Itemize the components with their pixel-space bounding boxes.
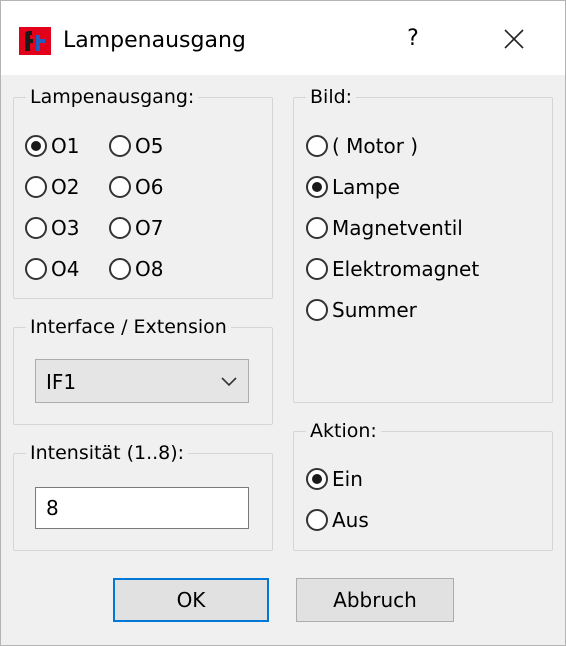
help-button[interactable]: ? [391,19,435,59]
radio-label: O7 [135,216,164,240]
radio-circle[interactable] [109,135,131,157]
radio-ein[interactable]: Ein [306,467,363,491]
radio-o4[interactable]: O4 [25,257,79,281]
radio-circle[interactable] [306,258,328,280]
radio-label: O2 [51,175,80,199]
fischertechnik-logo-icon [19,27,51,55]
radio-label: O4 [51,257,80,281]
radio-label: O1 [51,134,80,158]
radio-elektromagnet[interactable]: Elektromagnet [306,257,479,281]
aktion-group: Aktion: [293,416,553,551]
window-title: Lampenausgang [63,28,246,53]
radio-aus[interactable]: Aus [306,508,369,532]
radio-circle[interactable] [25,135,47,157]
radio-label: O6 [135,175,164,199]
interface-select-value: IF1 [46,370,77,394]
intensitaet-field[interactable] [46,496,236,520]
ok-button[interactable]: OK [113,578,269,622]
radio-circle[interactable] [25,258,47,280]
lampenausgang-group-title: Lampenausgang: [26,82,199,112]
radio-circle[interactable] [306,176,328,198]
radio-lampe[interactable]: Lampe [306,175,400,199]
radio-circle[interactable] [109,176,131,198]
close-icon[interactable] [489,19,539,59]
radio-label: ( Motor ) [332,134,419,158]
radio-circle[interactable] [306,509,328,531]
intensitaet-group-title: Intensität (1..8): [26,438,189,468]
interface-select[interactable]: IF1 [35,359,249,403]
bild-group-title: Bild: [306,82,357,112]
radio-label: O8 [135,257,164,281]
radio-o3[interactable]: O3 [25,216,79,240]
radio-circle[interactable] [25,176,47,198]
radio-o6[interactable]: O6 [109,175,163,199]
dialog-window: Lampenausgang ? Lampenausgang: O1 O5 O2 … [0,0,566,646]
radio-circle[interactable] [109,217,131,239]
radio-label: O3 [51,216,80,240]
interface-group-title: Interface / Extension [26,312,231,342]
radio-o1[interactable]: O1 [25,134,79,158]
title-bar: Lampenausgang ? [1,1,565,75]
radio-label: O5 [135,134,164,158]
cancel-button[interactable]: Abbruch [296,578,454,622]
radio-circle[interactable] [306,468,328,490]
radio-label: Magnetventil [332,216,463,240]
radio-circle[interactable] [25,217,47,239]
radio-circle[interactable] [109,258,131,280]
aktion-group-title: Aktion: [306,416,381,446]
radio-o5[interactable]: O5 [109,134,163,158]
radio-circle[interactable] [306,299,328,321]
chevron-down-icon [221,377,237,387]
intensitaet-input[interactable] [35,487,249,529]
radio-summer[interactable]: Summer [306,298,417,322]
radio-o7[interactable]: O7 [109,216,163,240]
radio-circle[interactable] [306,217,328,239]
radio-label: Elektromagnet [332,257,480,281]
radio-label: Lampe [332,175,400,199]
radio-magnetventil[interactable]: Magnetventil [306,216,463,240]
radio-o2[interactable]: O2 [25,175,79,199]
radio-label: Summer [332,298,417,322]
radio-o8[interactable]: O8 [109,257,163,281]
radio-motor[interactable]: ( Motor ) [306,134,418,158]
radio-circle[interactable] [306,135,328,157]
radio-label: Aus [332,508,369,532]
radio-label: Ein [332,467,363,491]
